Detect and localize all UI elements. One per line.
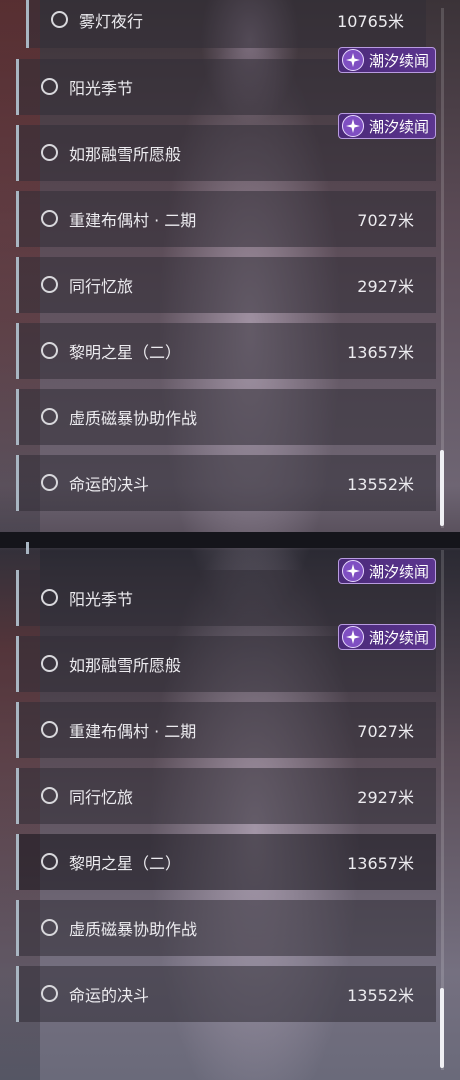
quest-row[interactable]: 重建布偶村 · 二期 7027米 — [16, 702, 436, 758]
quest-name: 重建布偶村 · 二期 — [69, 211, 197, 230]
radio-circle-icon[interactable] — [41, 589, 58, 606]
quest-row[interactable]: 同行忆旅 2927米 — [16, 768, 436, 824]
quest-name: 黎明之星（二） — [69, 854, 182, 873]
radio-circle-icon[interactable] — [41, 78, 58, 95]
quest-distance: 13657米 — [347, 854, 414, 873]
quest-distance: 13657米 — [347, 343, 414, 362]
radio-circle-icon[interactable] — [41, 144, 58, 161]
quest-distance: 13552米 — [347, 986, 414, 1005]
radio-circle-icon[interactable] — [41, 721, 58, 738]
scrollbar-thumb[interactable] — [440, 988, 444, 1068]
tide-sparkle-icon — [341, 560, 364, 582]
quest-row[interactable]: 命运的决斗 13552米 — [16, 966, 436, 1022]
quest-row[interactable]: 阳光季节 潮汐续闻 — [16, 47, 436, 115]
radio-circle-icon[interactable] — [41, 919, 58, 936]
quest-row[interactable]: 虚质磁暴协助作战 — [16, 389, 436, 445]
quest-name: 命运的决斗 — [69, 475, 150, 494]
badge-label: 潮汐续闻 — [368, 52, 429, 70]
radio-circle-icon[interactable] — [41, 342, 58, 359]
quest-name: 命运的决斗 — [69, 986, 150, 1005]
panel-divider — [0, 532, 460, 548]
quest-name: 同行忆旅 — [69, 788, 134, 807]
quest-name: 虚质磁暴协助作战 — [69, 409, 198, 428]
quest-name: 阳光季节 — [69, 590, 134, 609]
quest-distance: 10765米 — [337, 12, 404, 31]
radio-circle-icon[interactable] — [41, 655, 58, 672]
badge-label: 潮汐续闻 — [368, 629, 429, 647]
quest-row-highlighted[interactable]: 黎明之星（二） 13657米 — [16, 834, 436, 890]
scrollbar-track[interactable] — [440, 8, 444, 528]
radio-circle-icon[interactable] — [41, 276, 58, 293]
radio-circle-icon[interactable] — [41, 853, 58, 870]
quest-row[interactable]: 阳光季节 潮汐续闻 — [16, 558, 436, 626]
tide-sparkle-icon — [341, 49, 364, 71]
quest-row[interactable]: 黎明之星（二） 13657米 — [16, 323, 436, 379]
quest-row[interactable]: 命运的决斗 13552米 — [16, 455, 436, 511]
tide-event-badge: 潮汐续闻 — [337, 624, 436, 650]
radio-circle-icon[interactable] — [41, 408, 58, 425]
quest-list-panel-2: 阳光季节 潮汐续闻 如那融雪所愿般 潮汐续闻 重建布偶村 · 二期 7027米 … — [0, 542, 460, 1080]
quest-name: 重建布偶村 · 二期 — [69, 722, 197, 741]
quest-distance: 2927米 — [357, 788, 414, 807]
radio-circle-icon[interactable] — [41, 474, 58, 491]
radio-circle-icon[interactable] — [41, 787, 58, 804]
quest-row[interactable]: 虚质磁暴协助作战 — [16, 900, 436, 956]
scrollbar-track[interactable] — [440, 550, 444, 1070]
quest-distance: 2927米 — [357, 277, 414, 296]
tide-event-badge: 潮汐续闻 — [337, 47, 436, 73]
quest-row[interactable]: 重建布偶村 · 二期 7027米 — [16, 191, 436, 247]
scrollbar-thumb[interactable] — [440, 450, 444, 526]
quest-name: 如那融雪所愿般 — [69, 145, 182, 164]
quest-row[interactable]: 如那融雪所愿般 潮汐续闻 — [16, 624, 436, 692]
quest-distance: 13552米 — [347, 475, 414, 494]
quest-row[interactable]: 如那融雪所愿般 潮汐续闻 — [16, 113, 436, 181]
tide-sparkle-icon — [341, 115, 364, 137]
quest-name: 阳光季节 — [69, 79, 134, 98]
badge-label: 潮汐续闻 — [368, 118, 429, 136]
tide-sparkle-icon — [341, 626, 364, 648]
radio-circle-icon[interactable] — [41, 985, 58, 1002]
quest-list-panel-1: 雾灯夜行 10765米 阳光季节 潮汐续闻 如那融雪所愿般 潮汐续闻 重建布偶村… — [0, 0, 460, 532]
quest-name: 如那融雪所愿般 — [69, 656, 182, 675]
tide-event-badge: 潮汐续闻 — [337, 113, 436, 139]
row-border-stub — [26, 542, 29, 554]
quest-distance: 7027米 — [357, 722, 414, 741]
tide-event-badge: 潮汐续闻 — [337, 558, 436, 584]
quest-row[interactable]: 同行忆旅 2927米 — [16, 257, 436, 313]
quest-name: 同行忆旅 — [69, 277, 134, 296]
quest-name: 虚质磁暴协助作战 — [69, 920, 198, 939]
quest-row[interactable]: 雾灯夜行 10765米 — [26, 0, 426, 48]
radio-circle-icon[interactable] — [51, 11, 68, 28]
quest-name: 雾灯夜行 — [79, 12, 144, 31]
radio-circle-icon[interactable] — [41, 210, 58, 227]
quest-name: 黎明之星（二） — [69, 343, 182, 362]
badge-label: 潮汐续闻 — [368, 563, 429, 581]
quest-distance: 7027米 — [357, 211, 414, 230]
